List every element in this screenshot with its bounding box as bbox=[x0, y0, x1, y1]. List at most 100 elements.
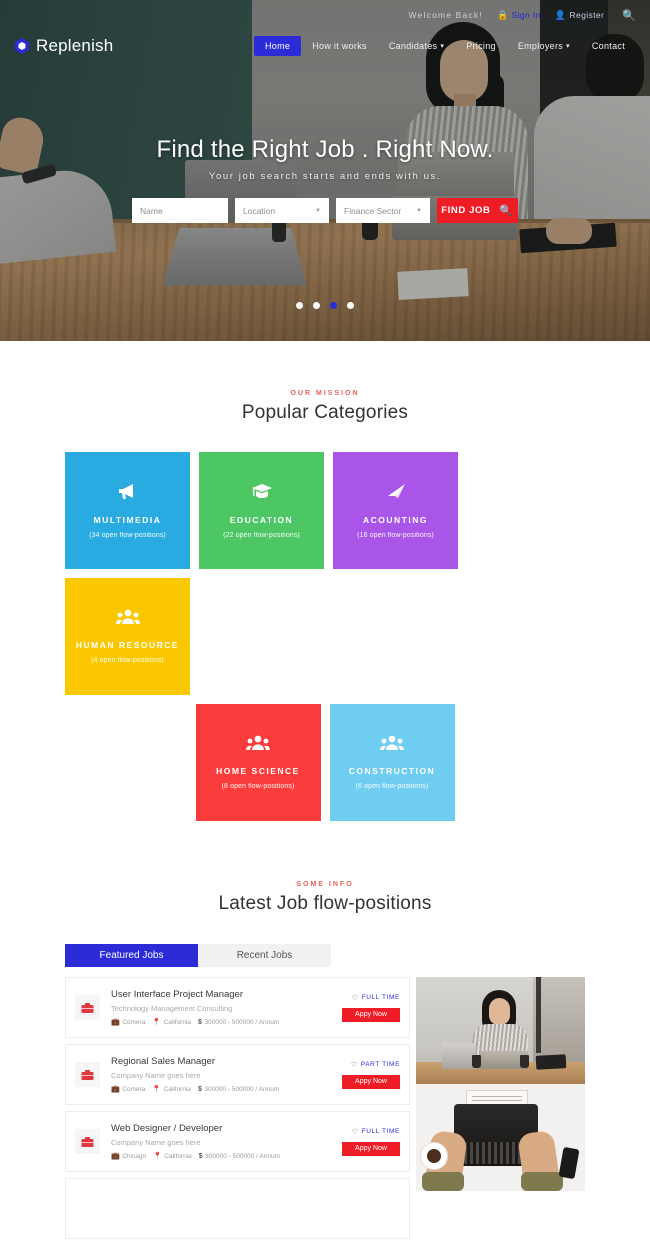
latest-jobs-section: SOME INFO Latest Job flow-positions Feat… bbox=[0, 821, 650, 1245]
category-grid-row-2: HOME SCIENCE (8 open flow-positions) CON… bbox=[65, 704, 585, 821]
job-title: Regional Sales Manager bbox=[111, 1056, 216, 1067]
find-job-button[interactable]: FIND JOB 🔍 bbox=[437, 198, 518, 223]
briefcase-icon bbox=[75, 1062, 100, 1087]
find-job-label: FIND JOB bbox=[441, 205, 491, 216]
nav-label: Candidates bbox=[388, 41, 438, 51]
company-value: Chicago bbox=[122, 1152, 147, 1160]
category-tile-construction[interactable]: CONSTRUCTION (6 open flow-positions) bbox=[329, 704, 455, 821]
location-value: California bbox=[164, 1152, 192, 1160]
chevron-down-icon: ▾ bbox=[566, 43, 570, 50]
category-count: (16 open flow-positions) bbox=[357, 532, 434, 539]
users-icon bbox=[115, 609, 140, 625]
nav-item-pricing[interactable]: Pricing bbox=[455, 36, 507, 56]
tab-featured-jobs[interactable]: Featured Jobs bbox=[65, 944, 198, 967]
job-right: ♡ PART TIME Appy Now bbox=[338, 1061, 400, 1089]
job-meta: 💼 Comera 📍 California $ 300000 - 500000 … bbox=[111, 1085, 338, 1094]
brand-logo[interactable]: Replenish bbox=[14, 36, 113, 56]
nav-label: How it works bbox=[312, 41, 367, 51]
job-meta-location: 📍 California bbox=[153, 1152, 192, 1161]
salary-value: 300000 - 500000 / Annum bbox=[204, 1085, 280, 1093]
hero-banner: Welcome Back! 🔒 Sign In 👤 Register 🔍 Rep… bbox=[0, 0, 650, 341]
job-meta-company: 💼 Comera bbox=[111, 1085, 146, 1094]
job-card[interactable]: Regional Sales Manager Company Name goes… bbox=[65, 1044, 410, 1105]
job-meta-company: 💼 Comera bbox=[111, 1018, 146, 1027]
sign-in-link[interactable]: 🔒 Sign In bbox=[497, 10, 541, 20]
heart-icon[interactable]: ♡ bbox=[352, 1128, 359, 1136]
welcome-text: Welcome Back! bbox=[408, 10, 483, 20]
job-title: User Interface Project Manager bbox=[111, 989, 244, 1000]
map-pin-icon: 📍 bbox=[153, 1153, 162, 1160]
paper-plane-icon bbox=[385, 482, 407, 500]
carousel-dot[interactable] bbox=[347, 302, 354, 309]
hands-typing-on-typewriter-photo bbox=[416, 1084, 585, 1191]
woman-at-desk-with-laptop-photo bbox=[416, 977, 585, 1084]
jobs-body: User Interface Project Manager Technolog… bbox=[65, 977, 585, 1245]
user-icon: 👤 bbox=[554, 9, 567, 20]
company-value: Comera bbox=[122, 1018, 146, 1026]
category-tile-home-science[interactable]: HOME SCIENCE (8 open flow-positions) bbox=[195, 704, 321, 821]
job-company-line: Company Name goes here bbox=[111, 1138, 201, 1147]
company-value: Comera bbox=[122, 1085, 146, 1093]
heart-icon[interactable]: ♡ bbox=[352, 994, 359, 1002]
job-card[interactable]: User Interface Project Manager Technolog… bbox=[65, 977, 410, 1038]
apply-now-button[interactable]: Appy Now bbox=[342, 1074, 400, 1089]
search-location-select[interactable]: Location ▼ bbox=[235, 198, 329, 223]
category-tile-multimedia[interactable]: MULTIMEDIA (34 open flow-positions) bbox=[65, 452, 190, 569]
location-value: Location bbox=[243, 205, 276, 216]
job-meta-location: 📍 California bbox=[152, 1018, 191, 1027]
category-tile-human-resource[interactable]: HUMAN RESOURCE (4 open flow-positions) bbox=[65, 578, 190, 695]
category-name: HOME SCIENCE bbox=[216, 766, 300, 776]
apply-now-button[interactable]: Appy Now bbox=[342, 1007, 400, 1022]
hero-title: Find the Right Job . Right Now. bbox=[156, 136, 494, 163]
briefcase-icon bbox=[75, 995, 100, 1020]
register-label: Register bbox=[569, 10, 605, 20]
dollar-icon: $ bbox=[198, 1152, 203, 1160]
nav-item-how-it-works[interactable]: How it works bbox=[301, 36, 378, 56]
carousel-dot-active[interactable] bbox=[330, 302, 337, 309]
chevron-down-icon: ▾ bbox=[440, 43, 445, 50]
job-meta-salary: $ 300000 - 500000 / Annum bbox=[199, 1153, 280, 1160]
search-sector-select[interactable]: Finance Sector ▼ bbox=[336, 198, 430, 223]
job-meta: 💼 Chicago 📍 California $ 300000 - 500000… bbox=[111, 1152, 338, 1161]
tab-recent-jobs[interactable]: Recent Jobs bbox=[198, 944, 331, 967]
nav-item-home[interactable]: Home bbox=[254, 36, 302, 56]
category-tile-education[interactable]: EDUCATION (22 open flow-positions) bbox=[199, 452, 324, 569]
megaphone-icon bbox=[117, 482, 139, 500]
job-card[interactable]: Web Designer / Developer Company Name go… bbox=[65, 1111, 410, 1172]
register-link[interactable]: 👤 Register bbox=[555, 10, 604, 20]
search-name-input[interactable]: Name bbox=[132, 198, 228, 223]
graduation-cap-icon bbox=[251, 482, 273, 500]
heart-icon[interactable]: ♡ bbox=[351, 1061, 358, 1069]
category-count: (4 open flow-positions) bbox=[91, 657, 164, 664]
job-card-partial[interactable] bbox=[65, 1178, 410, 1239]
job-type: ♡ PART TIME bbox=[338, 1061, 400, 1069]
sign-in-label: Sign In bbox=[511, 10, 541, 20]
nav-label: Contact bbox=[591, 41, 625, 51]
briefcase-icon: 💼 bbox=[111, 1153, 120, 1160]
nav-label: Employers bbox=[517, 41, 564, 51]
jobs-eyebrow: SOME INFO bbox=[296, 881, 354, 888]
category-name: HUMAN RESOURCE bbox=[75, 640, 180, 650]
job-title: Web Designer / Developer bbox=[111, 1123, 223, 1134]
nav-item-candidates[interactable]: Candidates ▾ bbox=[378, 36, 455, 56]
job-main: Regional Sales Manager Company Name goes… bbox=[111, 1056, 338, 1093]
job-type-label: FULL TIME bbox=[361, 994, 400, 1001]
nav-item-employers[interactable]: Employers ▾ bbox=[507, 36, 581, 56]
apply-now-button[interactable]: Appy Now bbox=[342, 1141, 400, 1156]
nav-label: Home bbox=[265, 41, 291, 51]
salary-value: 300000 - 500000 / Annum bbox=[204, 1018, 280, 1026]
category-name: ACOUNTING bbox=[363, 515, 428, 525]
job-meta: 💼 Comera 📍 California $ 300000 - 500000 … bbox=[111, 1018, 338, 1027]
nav-item-contact[interactable]: Contact bbox=[581, 36, 636, 56]
category-name: EDUCATION bbox=[229, 515, 294, 525]
job-type-label: PART TIME bbox=[360, 1061, 400, 1068]
job-company-line: Technology Management Consulting bbox=[111, 1004, 233, 1013]
carousel-dot[interactable] bbox=[296, 302, 303, 309]
job-search-bar: Name Location ▼ Finance Sector ▼ FIND JO… bbox=[132, 198, 518, 223]
carousel-dot[interactable] bbox=[313, 302, 320, 309]
carousel-dots bbox=[0, 302, 650, 309]
briefcase-icon: 💼 bbox=[111, 1019, 120, 1026]
search-icon[interactable]: 🔍 bbox=[622, 9, 636, 22]
category-tile-acounting[interactable]: ACOUNTING (16 open flow-positions) bbox=[333, 452, 458, 569]
category-name: MULTIMEDIA bbox=[93, 515, 162, 525]
